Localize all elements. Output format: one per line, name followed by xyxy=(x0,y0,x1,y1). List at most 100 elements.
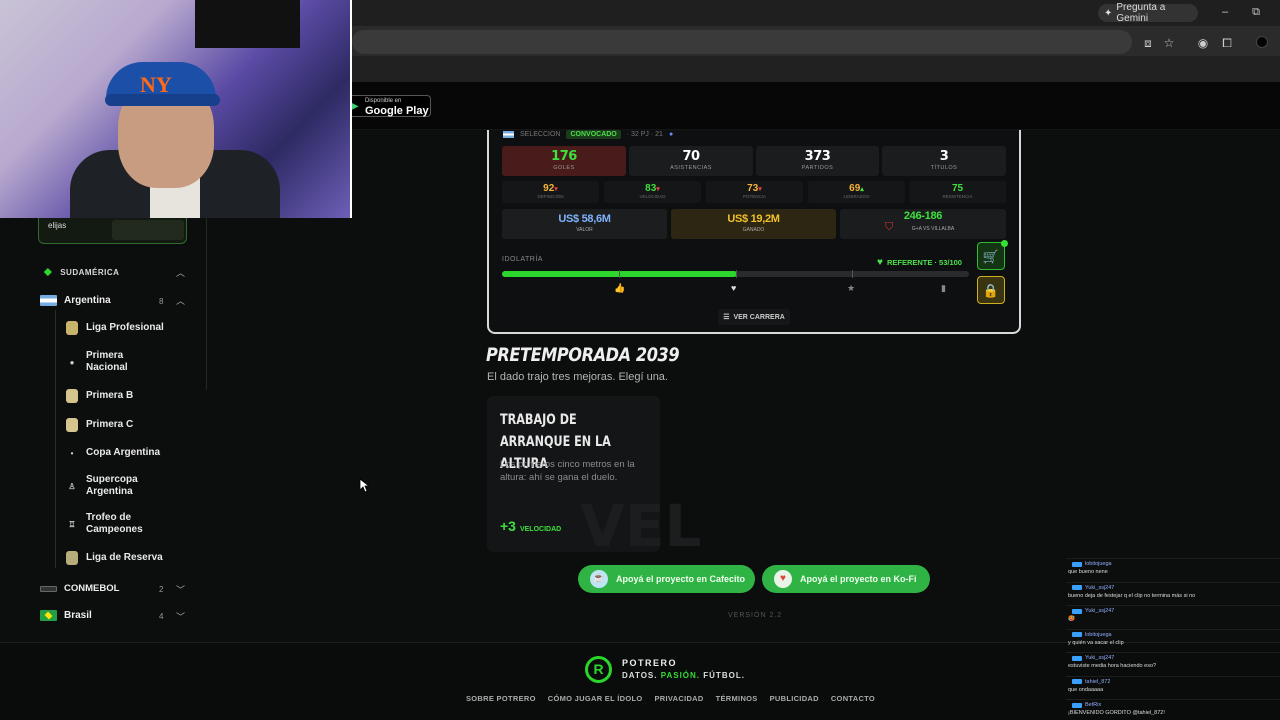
attribute-potencia: 73▾ POTENCIA xyxy=(706,181,803,203)
attribute-value: 92▾ xyxy=(543,183,558,194)
heart-icon: ♥ xyxy=(877,257,883,268)
league-liga-profesional[interactable]: Liga Profesional xyxy=(66,321,164,335)
cafecito-label: Apoyá el proyecto en Cafecito xyxy=(616,574,746,584)
kofi-heart-icon: ♥ xyxy=(774,570,792,588)
footer-link[interactable]: CONTACTO xyxy=(831,694,875,703)
chat-username: BetRix xyxy=(1072,702,1101,708)
bookmark-star-icon[interactable]: ☆ xyxy=(1161,35,1177,51)
league-primera-b[interactable]: Primera B xyxy=(66,389,133,403)
seleccion-meta: · 32 PJ · 21 xyxy=(626,131,663,138)
lock-icon[interactable]: 🔒 xyxy=(977,276,1005,304)
conmebol-icon xyxy=(40,585,57,592)
pretemporada-title: PRETEMPORADA 2039 xyxy=(486,344,680,366)
attribute-value: 73▾ xyxy=(747,183,762,194)
league-liga-de-reserva[interactable]: Liga de Reserva xyxy=(66,551,163,565)
league-trofeo-de-campeones[interactable]: ♖ Trofeo de Campeones xyxy=(66,512,146,536)
list-icon: ☰ xyxy=(723,314,730,321)
attribute-velocidad: 83▾ VELOCIDAD xyxy=(604,181,701,203)
chat-divider xyxy=(1066,581,1280,583)
footer-link[interactable]: TÉRMINOS xyxy=(716,694,758,703)
league-primera-c[interactable]: Primera C xyxy=(66,418,133,432)
attribute-label: RESISTENCIA xyxy=(942,194,973,199)
chevron-up-icon[interactable]: ︿ xyxy=(176,294,185,307)
google-play-badge[interactable]: ▶ Disponible en Google Play xyxy=(346,95,431,117)
url-input[interactable] xyxy=(352,30,1132,54)
choice-description: Los primeros cinco metros en la altura: … xyxy=(500,459,635,483)
tree-line xyxy=(55,310,56,568)
arrow-up-icon: ▴ xyxy=(860,186,864,193)
footer-links: SOBRE POTRERO CÓMO JUGAR EL ÍDOLO PRIVAC… xyxy=(466,694,875,703)
minimize-icon[interactable]: – xyxy=(1216,4,1234,20)
country-brasil[interactable]: Brasil xyxy=(40,610,92,621)
ver-carrera-label: VER CARRERA xyxy=(733,313,785,321)
restore-icon[interactable]: ⧉ xyxy=(1247,4,1265,20)
stat-value: 373 xyxy=(804,149,831,164)
chevron-up-icon[interactable]: ︿ xyxy=(176,266,185,279)
league-copa-argentina[interactable]: • Copa Argentina xyxy=(66,447,160,459)
country-count: 4 xyxy=(159,612,164,621)
bar-tick xyxy=(619,270,620,278)
notification-dot xyxy=(1001,240,1008,247)
stat-value: 3 xyxy=(939,149,949,164)
chevron-down-icon[interactable]: ﹀ xyxy=(176,583,185,596)
country-conmebol[interactable]: CONMEBOL xyxy=(40,583,119,594)
star-icon: ★ xyxy=(847,283,856,293)
tagline-part: PASIÓN. xyxy=(660,671,701,680)
chat-username-text: lobitojuega xyxy=(1085,561,1112,567)
attribute-label: POTENCIA xyxy=(742,194,766,199)
country-argentina[interactable]: Argentina xyxy=(40,295,111,306)
region-header[interactable]: ⬥ SUDAMÉRICA xyxy=(44,266,119,279)
league-supercopa-argentina[interactable]: ♙ Supercopa Argentina xyxy=(66,474,146,498)
gemini-label: Pregunta a Gemini xyxy=(1116,2,1166,24)
chat-username-text: Yuki_ssj247 xyxy=(1085,608,1115,614)
pin-icon: ⬥ xyxy=(44,266,53,278)
country-label: CONMEBOL xyxy=(64,583,120,594)
chat-message: bueno deja de festejar q el clip no term… xyxy=(1068,592,1196,599)
potrero-logo-icon[interactable]: R xyxy=(585,656,612,683)
choice-watermark: VEL xyxy=(580,492,702,560)
stat-asistencias: 70 ASISTENCIAS xyxy=(629,146,753,176)
league-label: Primera Nacional xyxy=(86,350,128,373)
choice-bonus: +3 VELOCIDAD xyxy=(500,518,561,534)
stat-label: PARTIDOS xyxy=(801,165,834,171)
rival-box: 246-186 G+A VS VILLALBA ⛉ xyxy=(840,209,1006,239)
footer-brand: POTRERO xyxy=(622,658,678,668)
cafecito-button[interactable]: ☕ Apoyá el proyecto en Cafecito xyxy=(578,565,755,593)
puzzle-icon[interactable]: ⧠ xyxy=(1219,35,1235,51)
attribute-value: 75 xyxy=(951,183,964,194)
chat-username-text: lobitojuega xyxy=(1085,631,1112,638)
argentina-flag-icon xyxy=(40,295,57,306)
cart-icon[interactable]: 🛒 xyxy=(977,242,1005,270)
kofi-button[interactable]: ♥ Apoyá el proyecto en Ko-Fi xyxy=(762,565,930,593)
arrow-down-icon: ▾ xyxy=(758,186,762,193)
gemini-button[interactable]: ✦ Pregunta a Gemini xyxy=(1098,2,1198,24)
webcam-background-tv xyxy=(195,0,300,48)
play-icon: ▶ xyxy=(351,101,359,112)
league-primera-nacional[interactable]: ● Primera Nacional xyxy=(66,350,146,374)
profile-avatar[interactable] xyxy=(1256,36,1268,48)
chat-badge-icon xyxy=(1072,655,1082,661)
chat-badge-icon xyxy=(1072,632,1082,637)
footer-link[interactable]: SOBRE POTRERO xyxy=(466,694,536,703)
trophy-icon: ♙ xyxy=(68,481,76,491)
pretemporada-subtitle: El dado trajo tres mejoras. Elegí una. xyxy=(487,371,668,383)
attribute-resistencia: 75 RESISTENCIA xyxy=(909,181,1006,203)
chat-badge-icon xyxy=(1072,608,1082,614)
extension-icon[interactable]: ◉ xyxy=(1195,35,1211,51)
bonus-label: VELOCIDAD xyxy=(519,526,562,533)
shield-icon xyxy=(66,389,78,403)
mouse-cursor-icon xyxy=(359,478,369,493)
chat-username: lobitojuega xyxy=(1072,632,1112,638)
footer-link[interactable]: PUBLICIDAD xyxy=(770,694,819,703)
chat-username: tahiel_872 xyxy=(1072,679,1110,685)
country-label: Argentina xyxy=(64,295,111,306)
ver-carrera-button[interactable]: ☰ VER CARRERA xyxy=(718,309,790,325)
footer-link[interactable]: CÓMO JUGAR EL ÍDOLO xyxy=(548,694,643,703)
install-icon[interactable]: ⧈ xyxy=(1140,35,1156,51)
footer-link[interactable]: PRIVACIDAD xyxy=(654,694,703,703)
rival-value: 246-186 xyxy=(903,210,943,222)
shield-icon xyxy=(66,418,78,432)
chevron-down-icon[interactable]: ﹀ xyxy=(176,610,185,623)
thumbs-up-icon: 👍 xyxy=(614,283,626,293)
shield-icon xyxy=(66,551,78,565)
